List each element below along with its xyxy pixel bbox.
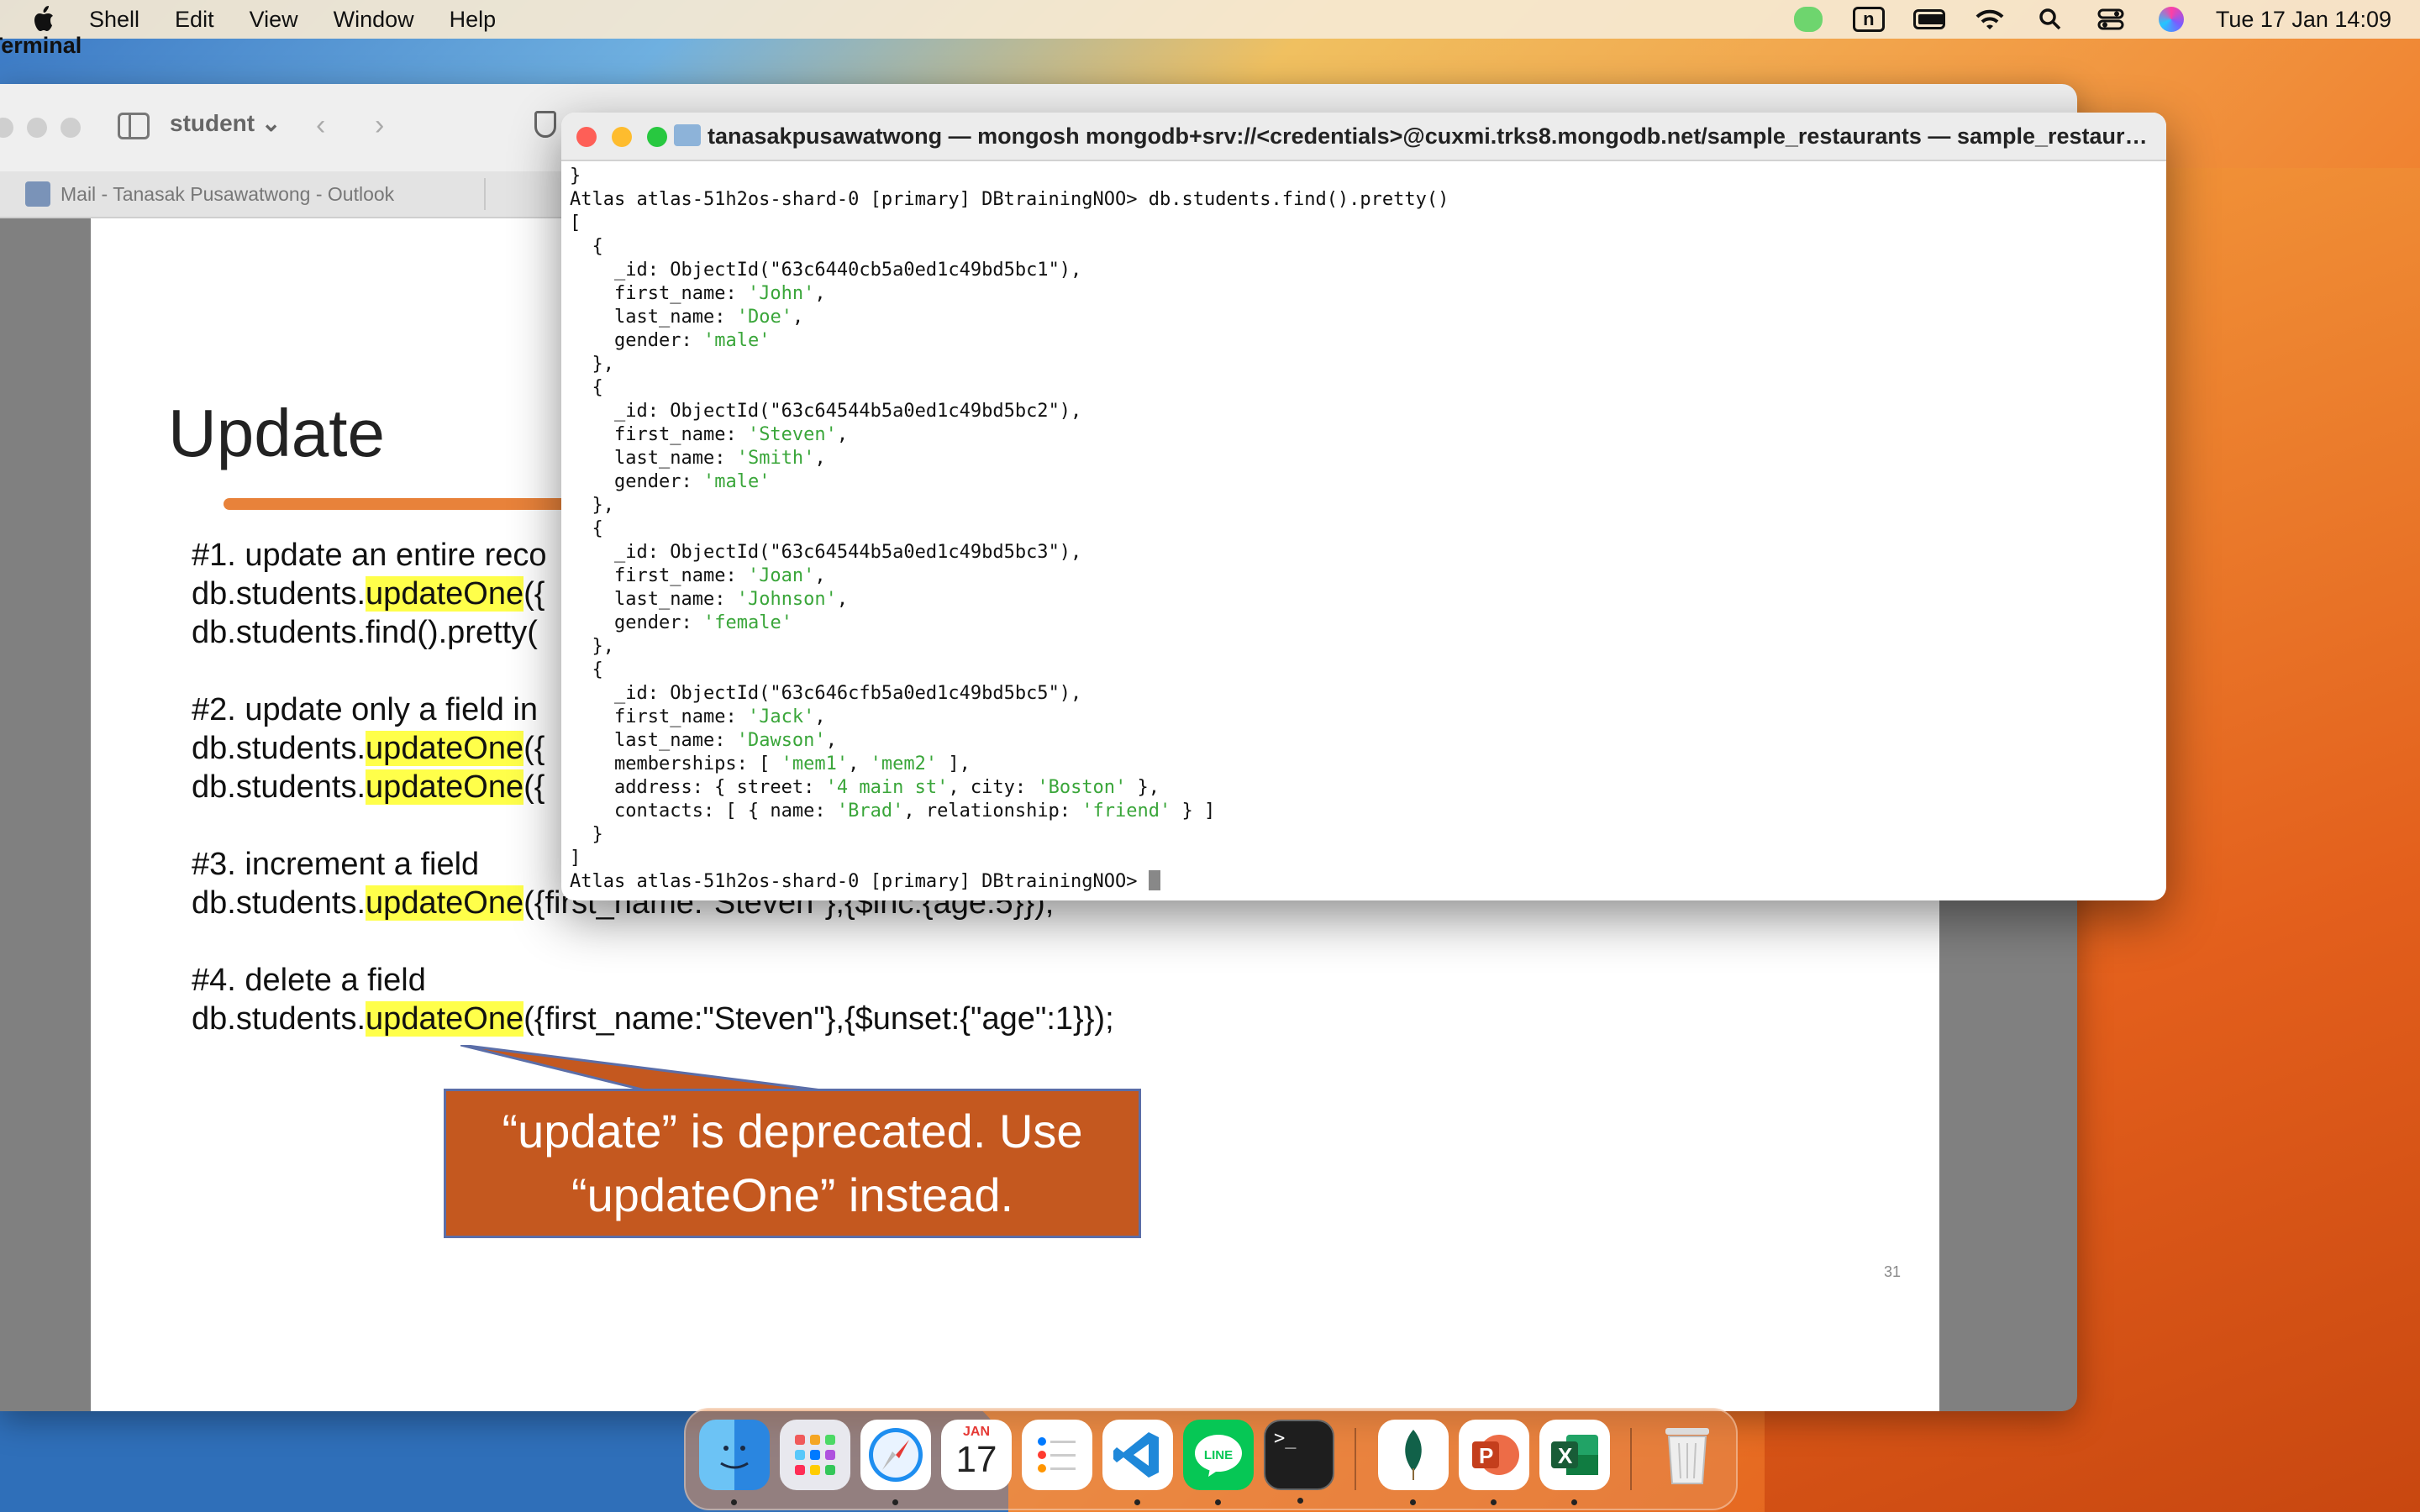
mongodb-leaf-icon bbox=[1405, 1430, 1422, 1480]
powerpoint-icon: P bbox=[1472, 1435, 1519, 1475]
back-icon[interactable]: ‹ bbox=[316, 109, 325, 142]
menu-bar: Terminal Shell Edit View Window Help n T… bbox=[0, 0, 2420, 58]
sidebar-toggle-icon[interactable] bbox=[118, 113, 150, 139]
profile-label: student bbox=[170, 110, 255, 136]
privacy-shield-icon[interactable] bbox=[534, 111, 556, 138]
tab-divider bbox=[484, 178, 486, 210]
tab-title: Mail - Tanasak Pusawatwong - Outlook bbox=[60, 182, 395, 205]
menu-view[interactable]: View bbox=[250, 7, 298, 33]
callout-pointer bbox=[460, 1045, 823, 1092]
dock-vscode[interactable] bbox=[1102, 1420, 1173, 1505]
dock-separator bbox=[1630, 1428, 1632, 1490]
forward-icon[interactable]: › bbox=[375, 109, 384, 142]
command-line: Atlas atlas-51h2os-shard-0 [primary] DBt… bbox=[570, 189, 1449, 210]
close-button[interactable] bbox=[576, 127, 597, 147]
dock-safari[interactable] bbox=[860, 1420, 931, 1505]
control-center-icon[interactable] bbox=[2095, 7, 2127, 32]
menu-edit[interactable]: Edit bbox=[175, 7, 214, 33]
slide-number: 31 bbox=[1884, 1263, 1902, 1280]
reminders-icon bbox=[1038, 1437, 1076, 1473]
line-label: LINE bbox=[1203, 1448, 1234, 1462]
trash-icon bbox=[1665, 1428, 1709, 1484]
minimize-button[interactable] bbox=[27, 118, 47, 138]
outlook-icon bbox=[25, 181, 50, 207]
terminal-icon: >_ bbox=[1274, 1428, 1297, 1449]
text-cursor bbox=[1148, 870, 1160, 890]
excel-icon: X bbox=[1551, 1435, 1598, 1475]
deprecation-callout: “update” is deprecated. Use “updateOne” … bbox=[444, 1089, 1141, 1238]
dock-line[interactable]: LINE bbox=[1183, 1420, 1254, 1505]
tab-mail-outlook[interactable]: Mail - Tanasak Pusawatwong - Outlook bbox=[25, 180, 394, 208]
input-source-icon[interactable]: n bbox=[1852, 7, 1885, 32]
dock-finder[interactable] bbox=[699, 1420, 770, 1505]
zoom-button[interactable] bbox=[60, 118, 81, 138]
siri-icon[interactable] bbox=[2155, 7, 2187, 32]
window-controls bbox=[576, 127, 667, 147]
calendar-day: 17 bbox=[955, 1439, 997, 1480]
menu-window[interactable]: Window bbox=[334, 7, 414, 33]
menu-help[interactable]: Help bbox=[450, 7, 497, 33]
profile-menu[interactable]: student ⌄ bbox=[170, 109, 281, 137]
battery-icon[interactable] bbox=[1912, 7, 1945, 32]
terminal-output[interactable]: } Atlas atlas-51h2os-shard-0 [primary] DB… bbox=[570, 165, 1449, 894]
dock-trash[interactable] bbox=[1652, 1420, 1723, 1490]
wifi-icon[interactable] bbox=[1974, 7, 2006, 32]
menu-app-terminal[interactable]: Terminal bbox=[0, 10, 82, 81]
menubar-clock[interactable]: Tue 17 Jan 14:09 bbox=[2216, 7, 2391, 33]
menu-shell[interactable]: Shell bbox=[89, 7, 139, 33]
doc-4-id: _id: ObjectId("63c646cfb5a0ed1c49bd5bc5"… bbox=[570, 683, 1082, 704]
callout-line-1: “update” is deprecated. Use bbox=[502, 1105, 1083, 1158]
calendar-month: JAN bbox=[962, 1425, 990, 1439]
safari-icon bbox=[869, 1428, 923, 1482]
terminal-titlebar[interactable]: tanasakpusawatwong — mongosh mongodb+srv… bbox=[561, 113, 2166, 161]
browser-window-controls bbox=[0, 118, 81, 138]
dock: JAN 17 LINE >_ P X bbox=[684, 1408, 1738, 1510]
doc-2-id: _id: ObjectId("63c64544b5a0ed1c49bd5bc2"… bbox=[570, 401, 1082, 422]
dock-separator bbox=[1355, 1428, 1356, 1490]
current-prompt[interactable]: Atlas atlas-51h2os-shard-0 [primary] DBt… bbox=[570, 870, 1449, 894]
dock-calendar[interactable]: JAN 17 bbox=[941, 1420, 1012, 1490]
launchpad-icon bbox=[795, 1435, 835, 1475]
callout-line-2: “updateOne” instead. bbox=[571, 1168, 1014, 1221]
doc-3-id: _id: ObjectId("63c64544b5a0ed1c49bd5bc3"… bbox=[570, 542, 1082, 563]
item-4-heading: #4. delete a field bbox=[192, 963, 426, 998]
svg-text:X: X bbox=[1558, 1443, 1573, 1468]
minimize-button[interactable] bbox=[612, 127, 632, 147]
terminal-window[interactable]: tanasakpusawatwong — mongosh mongodb+srv… bbox=[561, 113, 2166, 900]
dock-launchpad[interactable] bbox=[780, 1420, 850, 1490]
vscode-icon bbox=[1113, 1432, 1159, 1478]
slide-title: Update bbox=[168, 396, 385, 470]
doc-1-id: _id: ObjectId("63c6440cb5a0ed1c49bd5bc1"… bbox=[570, 260, 1082, 281]
item-4-line-1: db.students.updateOne({first_name:"Steve… bbox=[192, 1001, 1114, 1037]
svg-text:P: P bbox=[1479, 1443, 1493, 1468]
folder-icon bbox=[674, 124, 701, 146]
dock-terminal[interactable]: >_ bbox=[1264, 1420, 1334, 1504]
terminal-title: tanasakpusawatwong — mongosh mongodb+srv… bbox=[708, 123, 2153, 149]
dock-powerpoint[interactable]: P bbox=[1459, 1420, 1529, 1505]
finder-icon bbox=[720, 1446, 749, 1469]
dock-excel[interactable]: X bbox=[1539, 1420, 1610, 1505]
dock-reminders[interactable] bbox=[1022, 1420, 1092, 1490]
close-button[interactable] bbox=[0, 118, 13, 138]
zoom-button[interactable] bbox=[647, 127, 667, 147]
spotlight-search-icon[interactable] bbox=[2034, 7, 2066, 32]
line-status-icon[interactable] bbox=[1792, 7, 1824, 32]
dock-mongodb-compass[interactable] bbox=[1378, 1420, 1449, 1505]
